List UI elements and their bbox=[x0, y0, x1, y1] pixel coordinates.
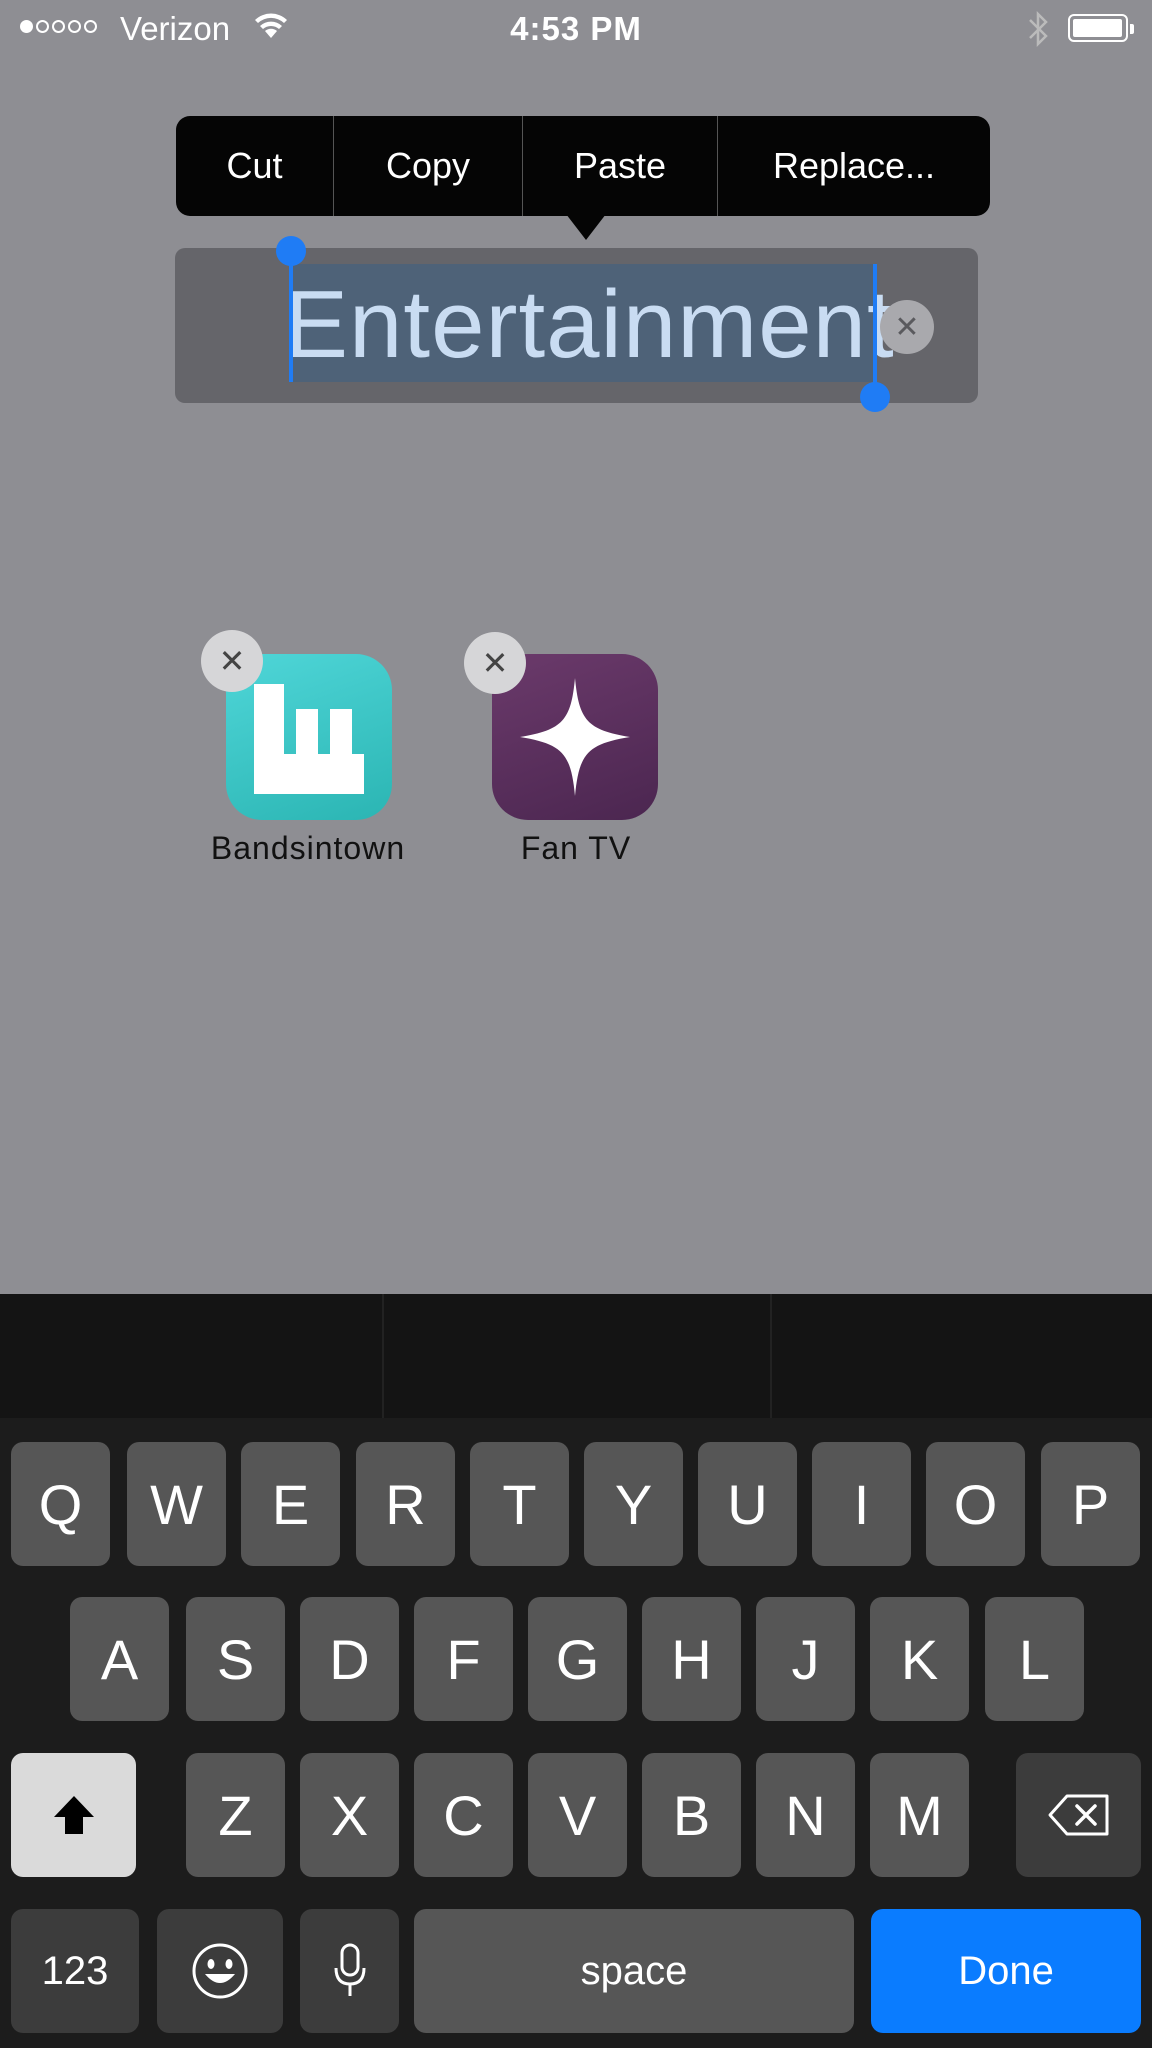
replace-button[interactable]: Replace... bbox=[718, 116, 990, 216]
space-key[interactable]: space bbox=[414, 1909, 854, 2033]
shift-key[interactable] bbox=[11, 1753, 136, 1877]
selection-start-handle[interactable] bbox=[276, 236, 306, 266]
key-a[interactable]: A bbox=[70, 1597, 169, 1721]
key-u[interactable]: U bbox=[698, 1442, 797, 1566]
delete-fan-tv-button[interactable]: ✕ bbox=[464, 632, 526, 694]
selection-start-line bbox=[289, 250, 293, 382]
shift-icon bbox=[53, 1796, 94, 1834]
clear-x-icon: ✕ bbox=[894, 310, 920, 344]
app-label: Fan TV bbox=[520, 830, 632, 866]
copy-button[interactable]: Copy bbox=[334, 116, 523, 216]
key-s[interactable]: S bbox=[186, 1597, 285, 1721]
key-x[interactable]: X bbox=[300, 1753, 399, 1877]
key-c[interactable]: C bbox=[414, 1753, 513, 1877]
delete-bandsintown-button[interactable]: ✕ bbox=[201, 630, 263, 692]
key-k[interactable]: K bbox=[870, 1597, 969, 1721]
key-z[interactable]: Z bbox=[186, 1753, 285, 1877]
key-q[interactable]: Q bbox=[11, 1442, 110, 1566]
divider bbox=[382, 1294, 384, 1418]
microphone-icon bbox=[334, 1943, 365, 1996]
predictive-bar bbox=[0, 1294, 1152, 1418]
status-bar: Verizon 4:53 PM bbox=[0, 0, 1152, 58]
selection-end-line bbox=[873, 264, 877, 396]
key-h[interactable]: H bbox=[642, 1597, 741, 1721]
key-y[interactable]: Y bbox=[584, 1442, 683, 1566]
selection-end-handle[interactable] bbox=[860, 382, 890, 412]
paste-button[interactable]: Paste bbox=[523, 116, 718, 216]
divider bbox=[770, 1294, 772, 1418]
key-l[interactable]: L bbox=[985, 1597, 1084, 1721]
backspace-icon bbox=[1048, 1794, 1108, 1836]
key-m[interactable]: M bbox=[870, 1753, 969, 1877]
key-v[interactable]: V bbox=[528, 1753, 627, 1877]
cut-button[interactable]: Cut bbox=[176, 116, 334, 216]
status-time: 4:53 PM bbox=[510, 10, 642, 47]
key-r[interactable]: R bbox=[356, 1442, 455, 1566]
app-label: Bandsintown bbox=[210, 830, 406, 866]
key-i[interactable]: I bbox=[812, 1442, 911, 1566]
numbers-key[interactable]: 123 bbox=[11, 1909, 139, 2033]
key-d[interactable]: D bbox=[300, 1597, 399, 1721]
close-icon: ✕ bbox=[481, 645, 509, 681]
key-p[interactable]: P bbox=[1041, 1442, 1140, 1566]
key-g[interactable]: G bbox=[528, 1597, 627, 1721]
close-icon: ✕ bbox=[218, 643, 246, 679]
dictation-key[interactable] bbox=[300, 1909, 399, 2033]
emoji-icon bbox=[192, 1943, 248, 1999]
key-n[interactable]: N bbox=[756, 1753, 855, 1877]
battery-icon bbox=[1068, 14, 1134, 42]
key-t[interactable]: T bbox=[470, 1442, 569, 1566]
clear-text-button[interactable]: ✕ bbox=[880, 300, 934, 354]
key-b[interactable]: B bbox=[642, 1753, 741, 1877]
key-j[interactable]: J bbox=[756, 1597, 855, 1721]
key-o[interactable]: O bbox=[926, 1442, 1025, 1566]
backspace-key[interactable] bbox=[1016, 1753, 1141, 1877]
key-w[interactable]: W bbox=[127, 1442, 226, 1566]
edit-menu-arrow bbox=[566, 214, 606, 240]
key-f[interactable]: F bbox=[414, 1597, 513, 1721]
emoji-key[interactable] bbox=[157, 1909, 283, 2033]
key-e[interactable]: E bbox=[241, 1442, 340, 1566]
done-key[interactable]: Done bbox=[871, 1909, 1141, 2033]
bluetooth-icon bbox=[1029, 10, 1048, 48]
text-edit-menu: Cut Copy Paste Replace... bbox=[176, 116, 990, 216]
folder-name-text[interactable]: Entertainment bbox=[284, 263, 894, 387]
